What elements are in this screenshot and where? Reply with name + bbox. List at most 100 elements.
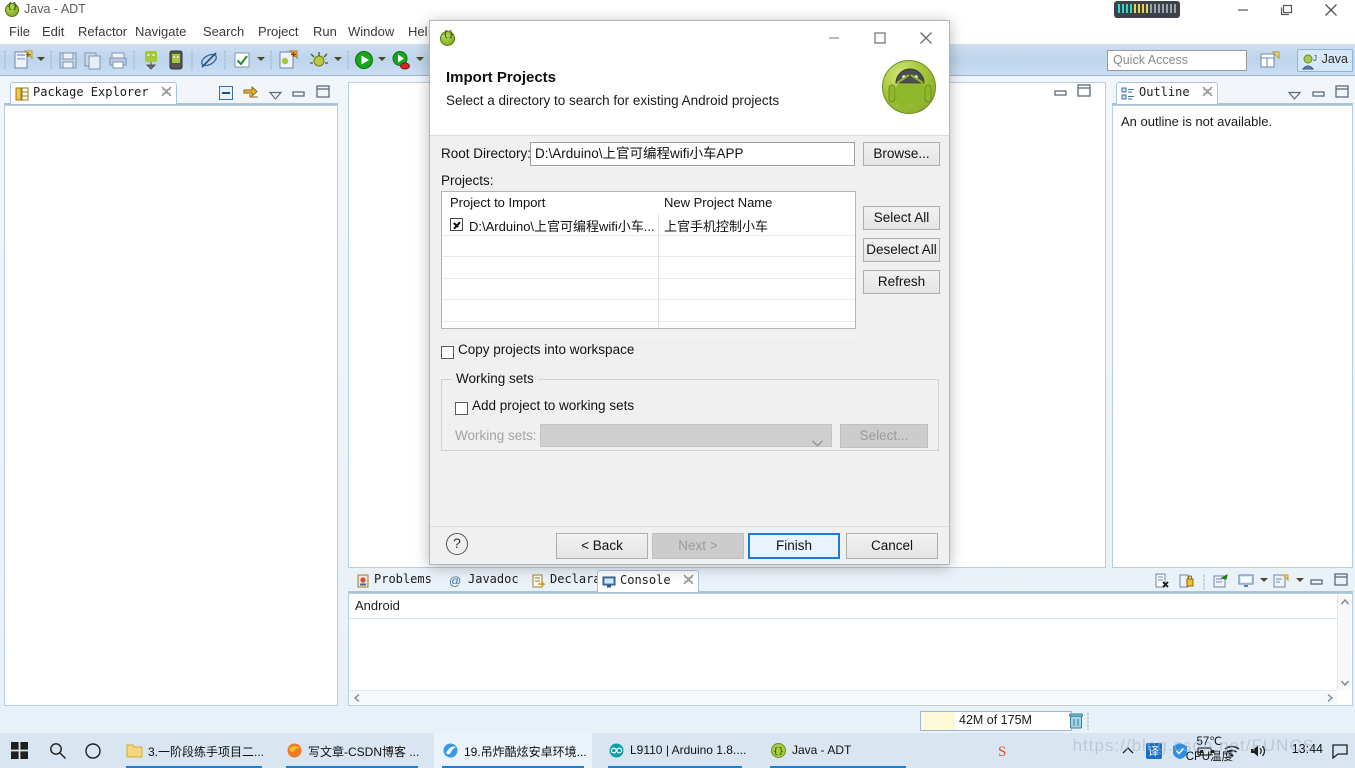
- new-file-dropdown-arrow[interactable]: [37, 57, 46, 64]
- collapse-all-icon[interactable]: [218, 85, 234, 101]
- dialog-minimize-button[interactable]: [811, 21, 857, 55]
- volume-icon[interactable]: [1249, 742, 1267, 760]
- dialog-close-button[interactable]: [903, 21, 949, 55]
- window-minimize-button[interactable]: [1221, 0, 1265, 20]
- working-sets-select-button[interactable]: Select...: [840, 424, 928, 448]
- close-icon[interactable]: [683, 574, 694, 585]
- menu-navigate[interactable]: Navigate: [133, 24, 188, 41]
- column-header-new-project-name[interactable]: New Project Name: [664, 195, 772, 210]
- next-button[interactable]: Next >: [652, 533, 744, 559]
- perspective-java-button[interactable]: J Java: [1296, 49, 1353, 72]
- table-row-empty[interactable]: [442, 322, 855, 343]
- menu-run[interactable]: Run: [311, 24, 339, 41]
- notification-icon[interactable]: [1331, 742, 1349, 760]
- scroll-right-arrow[interactable]: [1323, 691, 1337, 705]
- tab-javadoc[interactable]: @ Javadoc: [446, 570, 523, 592]
- view-menu-icon[interactable]: [1287, 87, 1304, 103]
- run-external-tools-icon[interactable]: [390, 49, 412, 71]
- copy-projects-checkbox[interactable]: [441, 346, 454, 359]
- translate-icon[interactable]: 译: [1145, 742, 1163, 760]
- deselect-all-button[interactable]: Deselect All: [863, 238, 940, 262]
- close-icon[interactable]: [161, 86, 172, 97]
- pin-console-icon[interactable]: [1213, 573, 1229, 589]
- clear-console-icon[interactable]: [1154, 573, 1170, 589]
- taskbar-item-firefox[interactable]: 写文章-CSDN博客 ...: [278, 733, 426, 768]
- browse-button[interactable]: Browse...: [863, 142, 940, 166]
- run-dropdown-arrow[interactable]: [378, 57, 387, 64]
- table-row-empty[interactable]: [442, 279, 855, 300]
- menu-file[interactable]: File: [7, 24, 32, 41]
- quick-access-input[interactable]: Quick Access: [1107, 50, 1247, 71]
- working-sets-combo[interactable]: [540, 424, 832, 447]
- maximize-icon[interactable]: [316, 85, 332, 101]
- menu-search[interactable]: Search: [201, 24, 246, 41]
- console-vertical-scrollbar[interactable]: [1337, 595, 1351, 690]
- menu-window[interactable]: Window: [346, 24, 396, 41]
- package-explorer-tree[interactable]: [4, 105, 338, 706]
- usb-icon[interactable]: [1197, 742, 1215, 760]
- window-close-button[interactable]: [1309, 0, 1353, 20]
- taskbar-item-arduino[interactable]: L9110 | Arduino 1.8....: [600, 733, 750, 768]
- chevron-up-icon[interactable]: [1119, 742, 1137, 760]
- heap-status-indicator[interactable]: 42M of 175M: [920, 711, 1072, 731]
- row-checkbox[interactable]: [450, 218, 463, 231]
- maximize-icon[interactable]: [1335, 85, 1351, 101]
- close-icon[interactable]: [1202, 86, 1213, 97]
- minimize-icon[interactable]: [292, 87, 308, 103]
- cancel-button[interactable]: Cancel: [846, 533, 938, 559]
- search-icon[interactable]: [40, 733, 76, 768]
- trash-icon[interactable]: [1067, 712, 1085, 730]
- menu-help[interactable]: Hel: [406, 24, 430, 41]
- back-button[interactable]: < Back: [556, 533, 648, 559]
- debug-icon[interactable]: [308, 49, 330, 71]
- root-directory-input[interactable]: D:\Arduino\上官可编程wifi小车APP: [530, 142, 855, 166]
- help-icon[interactable]: ?: [446, 533, 468, 555]
- column-header-project-to-import[interactable]: Project to Import: [450, 195, 545, 210]
- console-output[interactable]: Android: [348, 593, 1353, 706]
- link-with-editor-icon[interactable]: [243, 85, 259, 101]
- scroll-up-arrow[interactable]: [1338, 595, 1352, 609]
- maximize-icon[interactable]: [1334, 573, 1350, 589]
- window-restore-button[interactable]: [1265, 0, 1309, 20]
- lock-scroll-icon[interactable]: [1179, 573, 1195, 589]
- editor-maximize-icon[interactable]: [1077, 84, 1093, 100]
- checkmark-icon[interactable]: [231, 49, 253, 71]
- table-row-empty[interactable]: [442, 257, 855, 279]
- copy-icon[interactable]: [82, 49, 104, 71]
- table-row-empty[interactable]: [442, 300, 855, 322]
- add-to-working-sets-checkbox[interactable]: [455, 402, 468, 415]
- select-all-button[interactable]: Select All: [863, 206, 940, 230]
- save-icon[interactable]: [57, 49, 79, 71]
- checkmark-dropdown-arrow[interactable]: [257, 57, 266, 64]
- minimize-icon[interactable]: [1312, 87, 1328, 103]
- table-row-empty[interactable]: [442, 236, 855, 257]
- android-sdk-manager-icon[interactable]: [140, 49, 162, 71]
- new-window-icon[interactable]: [1258, 50, 1282, 71]
- new-file-icon[interactable]: [12, 49, 34, 71]
- editor-minimize-icon[interactable]: [1054, 86, 1070, 102]
- scroll-left-arrow[interactable]: [350, 691, 364, 705]
- taskbar-item-eclipse[interactable]: {} Java - ADT: [762, 733, 914, 768]
- new-android-project-icon[interactable]: [277, 49, 299, 71]
- taskbar-item-folder[interactable]: 3.一阶段练手项目二...: [118, 733, 270, 768]
- minimize-icon[interactable]: [1310, 575, 1326, 591]
- taskbar-item-browser[interactable]: 19.吊炸酷炫安卓环境...: [434, 733, 592, 768]
- scroll-down-arrow[interactable]: [1338, 676, 1352, 690]
- link-break-icon[interactable]: [198, 49, 220, 71]
- tab-problems[interactable]: Problems: [352, 570, 436, 592]
- menu-project[interactable]: Project: [256, 24, 300, 41]
- task-view-icon[interactable]: [76, 733, 110, 768]
- projects-table[interactable]: Project to Import New Project Name D:\Ar…: [441, 191, 856, 343]
- open-console-dropdown-arrow[interactable]: [1296, 578, 1305, 585]
- debug-dropdown-arrow[interactable]: [334, 57, 343, 64]
- dialog-maximize-button[interactable]: [857, 21, 903, 55]
- display-console-dropdown-arrow[interactable]: [1260, 578, 1269, 585]
- windows-start-icon[interactable]: [0, 733, 40, 768]
- sogou-input-icon[interactable]: S: [997, 742, 1015, 760]
- shield-icon[interactable]: [1171, 742, 1189, 760]
- tab-console[interactable]: Console: [597, 570, 699, 592]
- menu-refactor[interactable]: Refactor: [76, 24, 129, 41]
- display-selected-console-icon[interactable]: [1238, 573, 1254, 589]
- android-avd-manager-icon[interactable]: [165, 49, 187, 71]
- menu-edit[interactable]: Edit: [40, 24, 66, 41]
